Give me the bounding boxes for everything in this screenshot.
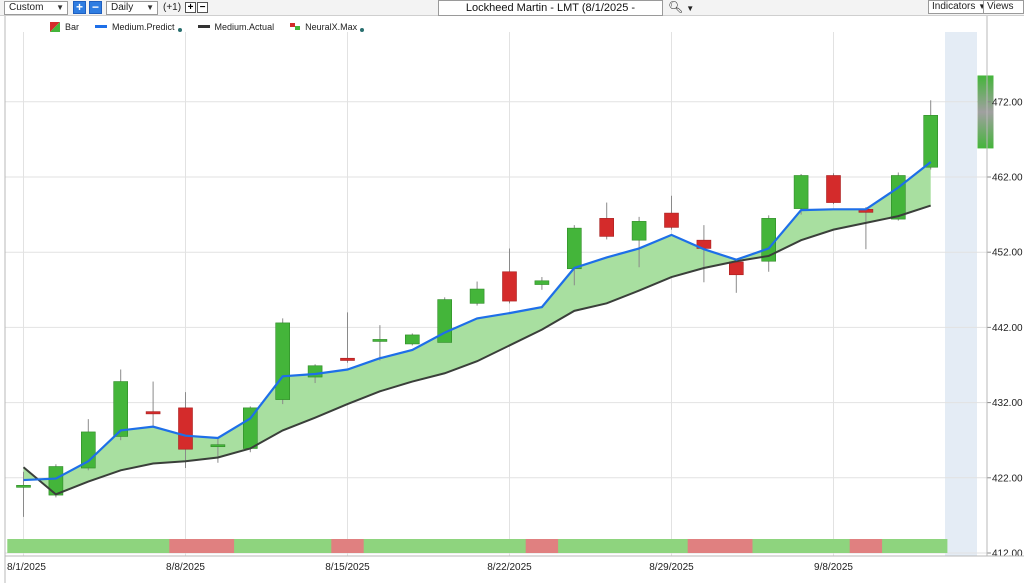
y-tick-label: 412.00	[992, 549, 1023, 560]
signal-band	[7, 539, 948, 553]
signal-band-cell	[914, 539, 948, 553]
legend-label-max: NeuralX.Max	[305, 22, 358, 32]
candle-body	[534, 280, 550, 285]
signal-band-cell	[817, 539, 851, 553]
x-tick-label: 8/29/2025	[649, 562, 694, 573]
predict-line-icon	[95, 25, 108, 28]
signal-band-cell	[525, 539, 559, 553]
signal-band-cell	[363, 539, 397, 553]
candle-body	[728, 261, 744, 276]
signal-band-cell	[849, 539, 883, 553]
candle-body	[793, 175, 809, 209]
signal-band-cell	[590, 539, 624, 553]
y-tick-label: 452.00	[992, 248, 1023, 259]
signal-band-cell	[784, 539, 818, 553]
legend-item-predict[interactable]: Medium.Predict	[95, 20, 182, 34]
candle-body	[631, 221, 647, 241]
y-tick-label: 422.00	[992, 473, 1023, 484]
candle-body	[16, 485, 31, 488]
candle	[404, 333, 420, 346]
x-tick-label: 8/22/2025	[487, 562, 532, 573]
candle-body	[826, 175, 841, 203]
signal-band-cell	[331, 539, 365, 553]
legend-label-actual: Medium.Actual	[214, 22, 275, 32]
signal-band-cell	[558, 539, 591, 553]
candle-body	[81, 431, 96, 469]
candle-body	[145, 411, 161, 415]
candle-body	[761, 218, 777, 262]
price-chart[interactable]: 412.00 422.00 432.00 442.00 452.00 462.00 472.…	[0, 0, 1024, 583]
signal-band-cell	[720, 539, 753, 553]
y-tick-label: 442.00	[992, 323, 1023, 334]
candle-body	[243, 407, 258, 449]
candle-body	[404, 334, 420, 345]
x-tick-label: 8/8/2025	[166, 562, 205, 573]
signal-band-cell	[201, 539, 235, 553]
signal-band-cell	[882, 539, 915, 553]
candle-body	[566, 227, 582, 270]
x-tick-label: 8/15/2025	[325, 562, 370, 573]
signal-band-cell	[7, 539, 41, 553]
candle-body	[275, 322, 291, 400]
signal-band-cell	[234, 539, 267, 553]
signal-band-cell	[655, 539, 689, 553]
candle-body	[210, 444, 226, 448]
max-marker-icon	[290, 23, 301, 30]
candle-body	[502, 271, 517, 302]
legend-label-predict: Medium.Predict	[112, 22, 175, 32]
candle-body	[890, 175, 906, 220]
candle	[826, 173, 841, 205]
neuralx-max-bar	[977, 75, 994, 149]
y-tick-label: 472.00	[992, 97, 1023, 108]
signal-band-cell	[39, 539, 73, 553]
x-tick-label: 9/8/2025	[814, 562, 853, 573]
signal-band-cell	[298, 539, 332, 553]
candle-body	[469, 288, 485, 304]
signal-band-cell	[622, 539, 656, 553]
signal-band-cell	[72, 539, 105, 553]
signal-band-cell	[396, 539, 429, 553]
signal-band-cell	[493, 539, 527, 553]
candle	[793, 173, 809, 215]
candle-body	[923, 115, 939, 168]
candle-body	[178, 407, 193, 450]
settings-dot-icon[interactable]	[360, 28, 365, 32]
neuralx-max-marker	[977, 75, 994, 149]
legend-item-max[interactable]: NeuralX.Max	[290, 20, 365, 34]
x-tick-label: 8/1/2025	[7, 562, 46, 573]
signal-band-cell	[460, 539, 494, 553]
y-tick-label: 462.00	[992, 173, 1023, 184]
signal-band-cell	[104, 539, 138, 553]
signal-band-cell	[169, 539, 203, 553]
candle-body	[664, 212, 679, 228]
signal-band-cell	[687, 539, 721, 553]
legend-item-actual[interactable]: Medium.Actual	[197, 20, 275, 34]
legend-item-bar[interactable]: Bar	[50, 20, 79, 34]
actual-line-icon	[197, 25, 210, 28]
y-tick-label: 432.00	[992, 398, 1023, 409]
legend: Bar Medium.Predict Medium.Actual NeuralX…	[50, 20, 380, 34]
settings-dot-icon[interactable]	[177, 28, 182, 32]
candle-body	[340, 357, 355, 361]
signal-band-cell	[136, 539, 170, 553]
candle	[890, 172, 906, 221]
candle-body	[599, 218, 615, 237]
bar-icon	[50, 22, 60, 32]
legend-label-bar: Bar	[65, 22, 80, 32]
candle	[275, 318, 291, 405]
signal-band-cell	[752, 539, 786, 553]
signal-band-cell	[266, 539, 300, 553]
candle-body	[372, 339, 388, 342]
signal-band-cell	[428, 539, 462, 553]
candle-body	[113, 381, 128, 437]
